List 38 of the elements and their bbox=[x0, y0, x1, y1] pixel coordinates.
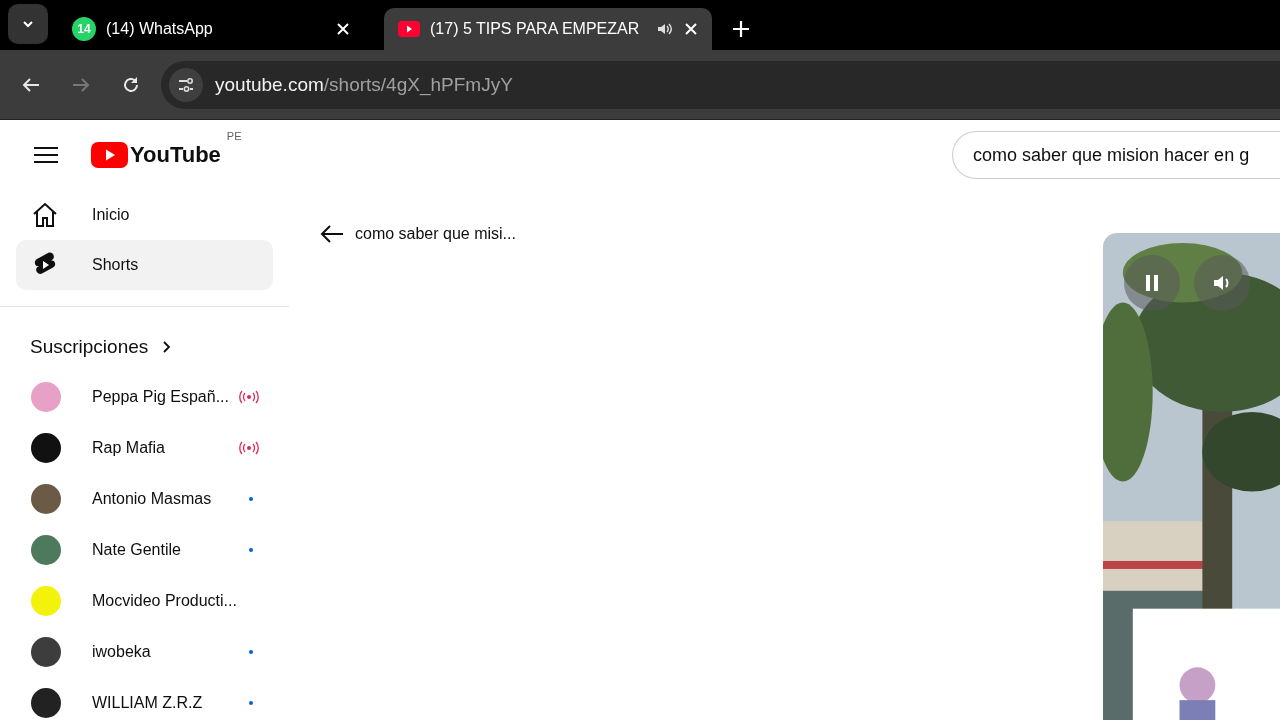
url-text: youtube.com/shorts/4gX_hPFmJyY bbox=[215, 73, 513, 96]
browser-tab[interactable]: 14 (14) WhatsApp bbox=[58, 8, 364, 50]
live-icon bbox=[239, 389, 259, 404]
new-content-dot bbox=[249, 547, 253, 552]
subscription-item[interactable]: WILLIAM Z.R.Z bbox=[0, 677, 289, 720]
home-icon bbox=[31, 201, 59, 229]
search-field[interactable]: como saber que mision hacer en g bbox=[952, 131, 1280, 179]
arrow-left-icon bbox=[319, 224, 345, 244]
subscription-item[interactable]: Antonio Masmas bbox=[0, 473, 289, 524]
new-content-dot bbox=[249, 700, 253, 705]
subscription-item[interactable]: Nate Gentile bbox=[0, 524, 289, 575]
volume-button[interactable] bbox=[1194, 255, 1250, 311]
tab-title: (14) WhatsApp bbox=[106, 20, 214, 38]
pause-icon bbox=[1144, 274, 1160, 292]
whatsapp-badge-icon: 14 bbox=[72, 17, 96, 41]
back-link[interactable]: como saber que misi... bbox=[319, 220, 516, 248]
play-logo-icon bbox=[398, 21, 420, 37]
close-icon[interactable] bbox=[684, 22, 698, 36]
subscriptions-link[interactable]: Suscripciones bbox=[0, 323, 289, 371]
youtube-logo[interactable]: YouTube PE bbox=[91, 130, 242, 168]
chevron-right-icon bbox=[162, 340, 173, 354]
close-icon[interactable] bbox=[336, 22, 350, 36]
browser-tab[interactable]: (17) 5 TIPS PARA EMPEZAR bbox=[384, 8, 712, 50]
sidebar-item[interactable]: Inicio bbox=[16, 190, 273, 240]
subscription-item[interactable]: Rap Mafia bbox=[0, 422, 289, 473]
address-bar[interactable]: youtube.com/shorts/4gX_hPFmJyY bbox=[161, 60, 1280, 109]
pause-button[interactable] bbox=[1124, 255, 1180, 311]
tab-title: (17) 5 TIPS PARA EMPEZAR bbox=[430, 20, 641, 38]
site-settings-icon[interactable] bbox=[169, 67, 203, 102]
subscription-item[interactable]: Peppa Pig Españ... bbox=[0, 371, 289, 422]
new-tab-icon[interactable] bbox=[732, 20, 750, 38]
live-icon bbox=[239, 440, 259, 455]
subscription-item[interactable]: Mocvideo Producti... bbox=[0, 575, 289, 626]
subscription-item[interactable]: iwobeka bbox=[0, 626, 289, 677]
new-content-dot bbox=[249, 496, 253, 501]
sidebar-item[interactable]: Shorts bbox=[16, 240, 273, 290]
menu-icon[interactable] bbox=[34, 146, 58, 164]
new-content-dot bbox=[249, 649, 253, 654]
